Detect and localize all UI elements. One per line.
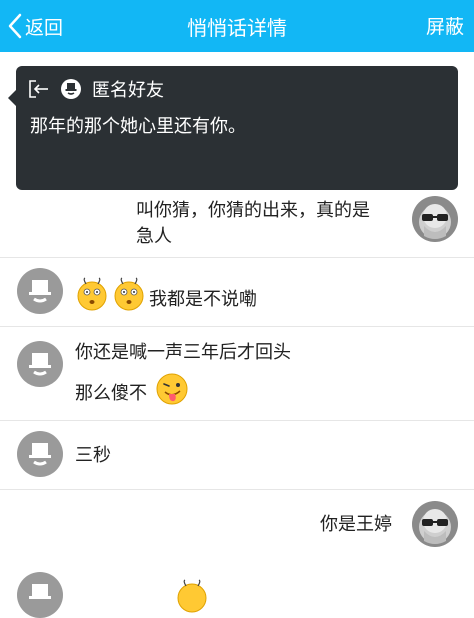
shy-face-emoji (77, 277, 107, 311)
popup-sender-label: 匿名好友 (92, 80, 164, 101)
anonymous-user-icon (29, 584, 51, 599)
message-preview-popup[interactable]: 匿名好友 那年的那个她心里还有你。 (8, 66, 458, 190)
user-photo-avatar-icon (412, 501, 458, 547)
top-bar: 返回 悄悄话详情 屏蔽 (0, 0, 474, 52)
anonymous-user-icon (29, 443, 51, 466)
message-3-line1: 你还是喊一声三年后才回头 (75, 342, 291, 363)
tongue-out-emoji (156, 373, 188, 405)
page-title: 悄悄话详情 (187, 16, 287, 40)
message-5-text: 你是王婷 (320, 514, 392, 535)
anonymous-avatar[interactable] (17, 341, 63, 387)
anonymous-user-icon (29, 280, 51, 303)
message-2-text: 我都是不说嘞 (149, 289, 257, 310)
exit-arrow-icon[interactable] (28, 79, 50, 99)
anonymous-avatar[interactable] (17, 572, 63, 618)
shy-face-emoji (177, 579, 207, 613)
popup-header: 匿名好友 (28, 76, 164, 102)
message-1-line1: 叫你猜，你猜的出来，真的是 (136, 200, 370, 221)
block-button[interactable]: 屏蔽 (426, 12, 464, 39)
anonymous-avatar[interactable] (17, 268, 63, 314)
message-3-line2: 那么傻不 (75, 383, 147, 404)
divider (0, 420, 474, 421)
avatar[interactable] (412, 196, 458, 242)
anonymous-user-icon (61, 79, 81, 99)
divider (0, 326, 474, 327)
divider (0, 257, 474, 258)
anonymous-user-icon (29, 353, 51, 376)
divider (0, 489, 474, 490)
avatar[interactable] (412, 501, 458, 547)
popup-message-text: 那年的那个她心里还有你。 (30, 116, 246, 137)
popup-caret (8, 90, 16, 106)
shy-face-emoji (114, 277, 144, 311)
message-1-line2: 急人 (136, 226, 172, 247)
user-photo-avatar-icon (412, 196, 458, 242)
message-4-text: 三秒 (75, 445, 111, 466)
anonymous-avatar[interactable] (17, 431, 63, 477)
